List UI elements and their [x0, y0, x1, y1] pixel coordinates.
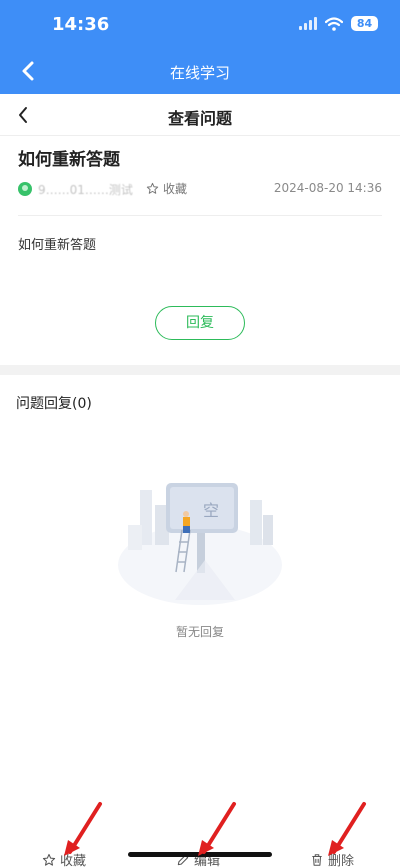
- annotation-arrow-edit: [198, 802, 236, 856]
- signal-icon: [299, 17, 317, 30]
- question-meta: 9……01……测试 收藏 2024-08-20 14:36: [18, 180, 382, 198]
- annotation-arrow-favorite: [64, 802, 102, 856]
- post-time: 2024-08-20 14:36: [273, 181, 382, 195]
- star-icon: [42, 853, 56, 866]
- page-header: 查看问题: [0, 94, 400, 136]
- app-title: 在线学习: [169, 64, 230, 82]
- empty-sign-text: 空: [203, 501, 219, 520]
- status-icons: 84: [299, 16, 378, 31]
- page-title: 查看问题: [167, 109, 232, 128]
- wifi-icon: [325, 16, 343, 31]
- author-name: 9……01……测试: [38, 183, 133, 197]
- section-separator: [0, 365, 400, 375]
- empty-state-illustration: 空: [118, 483, 282, 605]
- star-icon: [146, 182, 159, 194]
- replies-title: 问题回复(0): [16, 396, 92, 412]
- empty-state-text: 暂无回复: [175, 625, 224, 639]
- favorite-toggle[interactable]: 收藏: [146, 180, 187, 197]
- reply-button[interactable]: 回复: [155, 306, 245, 340]
- favorite-label: 收藏: [163, 182, 188, 196]
- question-title: 如何重新答题: [18, 150, 120, 170]
- status-bar: 14:36 84: [0, 0, 400, 48]
- question-body: 如何重新答题: [18, 238, 97, 253]
- annotation-arrow-delete: [328, 802, 366, 856]
- user-avatar-icon: [18, 182, 32, 196]
- battery-icon: 84: [351, 16, 378, 31]
- status-time: 14:36: [52, 14, 110, 35]
- app-bar: 在线学习: [0, 48, 400, 94]
- divider: [18, 215, 382, 216]
